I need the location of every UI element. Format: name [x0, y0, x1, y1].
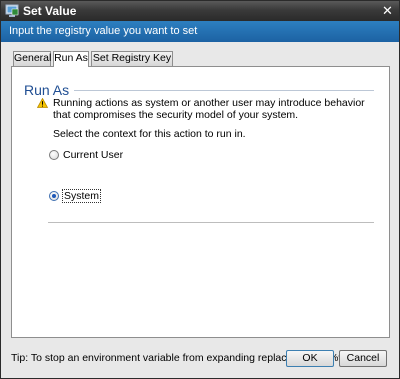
instruction-text: Input the registry value you want to set: [9, 25, 198, 37]
tab-run-as[interactable]: Run As: [53, 51, 89, 67]
current-user-radio[interactable]: [49, 150, 59, 160]
ok-button[interactable]: OK: [286, 350, 334, 367]
instruction-banner: Input the registry value you want to set: [1, 21, 399, 42]
section-divider: [74, 90, 374, 91]
window-title: Set Value: [23, 4, 77, 18]
current-user-option[interactable]: Current User: [49, 149, 124, 161]
tab-set-registry-key[interactable]: Set Registry Key: [91, 51, 173, 66]
set-value-dialog: Set Value ✕ Input the registry value you…: [0, 0, 400, 379]
section-title: Run As: [24, 82, 70, 98]
run-as-panel: Run As Running actions as system or anot…: [11, 66, 390, 338]
context-prompt: Select the context for this action to ru…: [53, 128, 246, 140]
current-user-label[interactable]: Current User: [62, 149, 124, 161]
warning-icon: [37, 98, 48, 108]
close-icon[interactable]: ✕: [380, 4, 395, 18]
title-bar[interactable]: Set Value ✕: [1, 1, 399, 21]
tab-general[interactable]: General: [13, 51, 51, 66]
system-option[interactable]: System: [49, 189, 102, 203]
system-radio[interactable]: [49, 191, 59, 201]
registry-app-icon: [5, 4, 19, 17]
cancel-button[interactable]: Cancel: [339, 350, 387, 367]
panel-divider: [48, 222, 374, 223]
system-label[interactable]: System: [62, 189, 102, 203]
warning-message: Running actions as system or another use…: [53, 97, 365, 121]
